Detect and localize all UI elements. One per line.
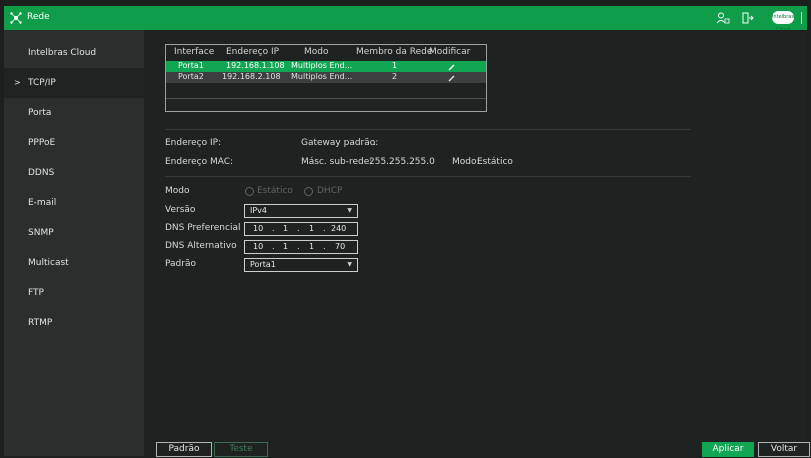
interface-name: Porta2 (178, 72, 204, 81)
default-interface-label: Padrão (165, 259, 196, 269)
ip-dot: . (323, 224, 326, 233)
interface-member: 2 (392, 72, 398, 81)
table-header: Interface Endereço IP Modo Membro da Red… (166, 45, 486, 59)
ip-octet[interactable]: 1 (283, 223, 288, 235)
logout-icon[interactable] (741, 11, 755, 25)
ip-dot: . (272, 242, 275, 251)
ip-octet[interactable]: 10 (253, 241, 263, 253)
gateway-value: . (373, 138, 376, 148)
mode-value: Estático (477, 157, 513, 167)
column-header-member: Membro da Rede (356, 47, 433, 57)
sidebar-item-pppoe[interactable]: PPPoE (4, 128, 144, 158)
interface-ip: 192.168.1.108 (226, 61, 285, 70)
ip-octet[interactable]: 70 (335, 241, 345, 253)
dns-alternate-input[interactable]: 10 . 1 . 1 . 70 (244, 240, 358, 254)
sidebar-item-label: Porta (28, 108, 52, 118)
toolbar-divider (801, 12, 802, 24)
default-button[interactable]: Padrão (156, 442, 212, 457)
edit-icon[interactable] (447, 73, 456, 82)
ip-address-label: Endereço IP: (165, 138, 222, 148)
interface-mode: Multiplos End... (291, 72, 353, 81)
title-bar: Rede intelbras Cloud (4, 6, 807, 33)
mode-dhcp-radio[interactable] (304, 187, 313, 196)
network-window: Rede intelbras Cloud Intelbras Cloud > T… (4, 6, 810, 457)
sidebar-item-ddns[interactable]: DDNS (4, 158, 144, 188)
ip-octet[interactable]: 10 (253, 223, 263, 235)
interface-member: 1 (392, 61, 398, 70)
version-select[interactable]: IPv4 ▼ (244, 204, 358, 218)
sidebar-item-ftp[interactable]: FTP (4, 278, 144, 308)
ip-dot: . (297, 224, 300, 233)
sidebar-item-label: DDNS (28, 168, 55, 178)
mode-static-label: Estático (257, 186, 293, 196)
subnet-mask-value: 255.255.255.0 (369, 157, 435, 167)
mode-field-label: Modo (165, 186, 190, 196)
column-header-interface: Interface (174, 47, 215, 57)
chevron-right-icon: > (14, 78, 21, 87)
ip-octet[interactable]: 240 (331, 223, 346, 235)
edit-icon[interactable] (447, 62, 456, 71)
back-button[interactable]: Voltar (758, 442, 810, 457)
section-divider (165, 129, 691, 130)
interface-table: Interface Endereço IP Modo Membro da Red… (165, 44, 487, 112)
mac-address-label: Endereço MAC: (165, 157, 234, 167)
mode-label: Modo: (452, 157, 480, 167)
interface-ip: 192.168.2.108 (222, 72, 281, 81)
sidebar-item-label: SNMP (28, 228, 54, 238)
test-button[interactable]: Teste (214, 442, 268, 457)
sidebar: Intelbras Cloud > TCP/IP Porta PPPoE DDN… (4, 30, 144, 456)
main-panel: Interface Endereço IP Modo Membro da Red… (144, 30, 810, 457)
version-value: IPv4 (250, 206, 268, 215)
ip-dot: . (323, 242, 326, 251)
sidebar-item-porta[interactable]: Porta (4, 98, 144, 128)
dns-preferred-label: DNS Preferencial (165, 223, 241, 233)
network-icon (10, 12, 22, 24)
sidebar-item-tcp-ip[interactable]: > TCP/IP (4, 68, 144, 98)
column-header-modify: Modificar (429, 47, 471, 57)
mode-static-radio[interactable] (245, 187, 254, 196)
default-interface-value: Porta1 (250, 260, 276, 269)
user-icon[interactable] (716, 11, 730, 25)
sidebar-item-label: Multicast (28, 258, 69, 268)
sidebar-item-label: PPPoE (28, 138, 56, 148)
sidebar-item-label: Intelbras Cloud (28, 48, 97, 58)
column-header-mode: Modo (304, 47, 329, 57)
ip-dot: . (297, 242, 300, 251)
ip-dot: . (272, 224, 275, 233)
interface-mode: Multiplos End... (291, 61, 353, 70)
sidebar-item-label: E-mail (28, 198, 57, 208)
sidebar-item-intelbras-cloud[interactable]: Intelbras Cloud (4, 38, 144, 68)
sidebar-item-rtmp[interactable]: RTMP (4, 308, 144, 338)
ip-octet[interactable]: 1 (309, 223, 314, 235)
section-divider (165, 176, 691, 177)
table-row[interactable]: Porta1 192.168.1.108 Multiplos End... 1 (166, 61, 486, 72)
dns-preferred-input[interactable]: 10 . 1 . 1 . 240 (244, 222, 358, 236)
sidebar-item-snmp[interactable]: SNMP (4, 218, 144, 248)
ip-octet[interactable]: 1 (309, 241, 314, 253)
sidebar-item-label: FTP (28, 288, 44, 298)
sidebar-item-label: TCP/IP (28, 78, 56, 88)
subnet-mask-label: Másc. sub-rede: (301, 157, 373, 167)
table-row[interactable]: Porta2 192.168.2.108 Multiplos End... 2 (166, 72, 486, 83)
gateway-label: Gateway padrão: (301, 138, 379, 148)
ip-octet[interactable]: 1 (283, 241, 288, 253)
sidebar-item-multicast[interactable]: Multicast (4, 248, 144, 278)
window-title: Rede (27, 12, 50, 22)
chevron-down-icon: ▼ (347, 207, 352, 214)
default-interface-select[interactable]: Porta1 ▼ (244, 258, 358, 272)
interface-name: Porta1 (178, 61, 204, 70)
dns-alternate-label: DNS Alternativo (165, 241, 237, 251)
intelbras-cloud-icon[interactable]: intelbras Cloud (772, 11, 794, 33)
mode-dhcp-label: DHCP (317, 186, 343, 196)
version-label: Versão (165, 205, 196, 215)
sidebar-item-email[interactable]: E-mail (4, 188, 144, 218)
chevron-down-icon: ▼ (347, 261, 352, 268)
apply-button[interactable]: Aplicar (702, 442, 754, 457)
column-header-ip: Endereço IP (226, 47, 280, 57)
table-footer-divider (166, 98, 486, 99)
sidebar-item-label: RTMP (28, 318, 53, 328)
